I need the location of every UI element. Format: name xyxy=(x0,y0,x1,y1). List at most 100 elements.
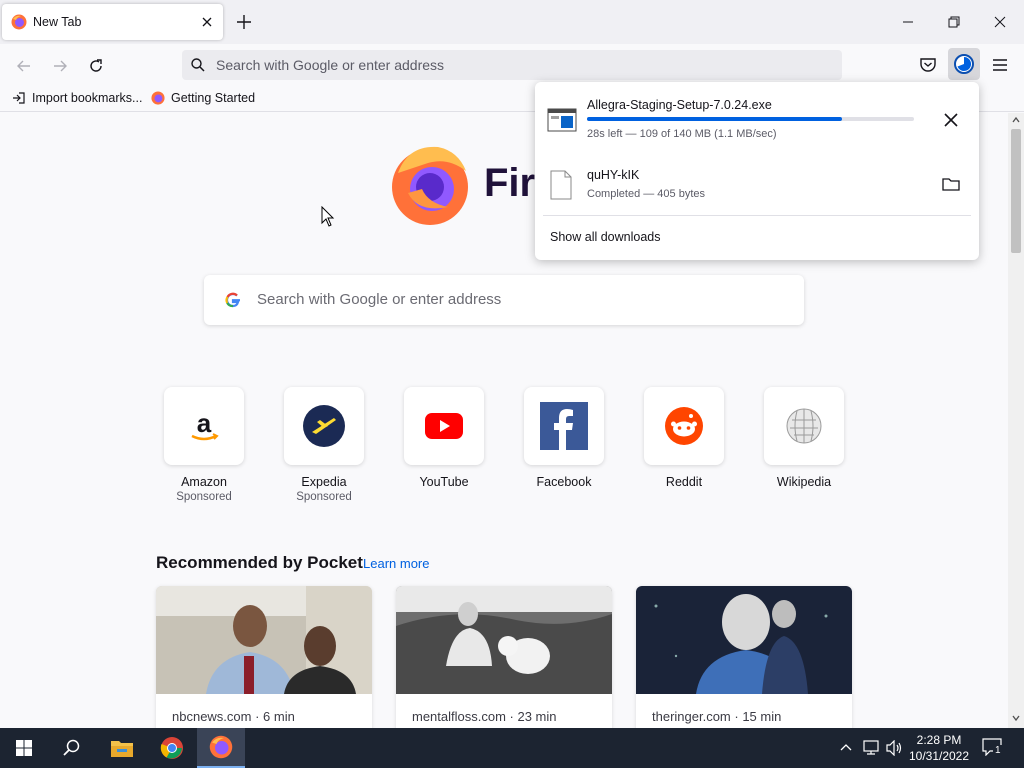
amazon-icon: a xyxy=(191,408,219,441)
close-window-button[interactable] xyxy=(990,12,1010,32)
story-image xyxy=(636,586,852,694)
scroll-down-icon[interactable] xyxy=(1012,714,1020,722)
google-icon xyxy=(225,292,240,308)
topsite-youtube[interactable]: YouTube xyxy=(404,387,484,489)
pocket-card[interactable]: theringer.com · 15 min xyxy=(636,586,852,728)
story-source: nbcnews.com · 6 min xyxy=(172,709,295,724)
forward-button[interactable] xyxy=(48,54,72,78)
restore-button[interactable] xyxy=(944,12,964,32)
topsite-label: Wikipedia xyxy=(776,475,832,489)
volume-icon[interactable] xyxy=(885,740,903,756)
hamburger-menu-icon[interactable] xyxy=(988,53,1012,77)
topsite-reddit[interactable]: Reddit xyxy=(644,387,724,489)
open-folder-icon[interactable] xyxy=(941,174,961,194)
search-icon xyxy=(63,739,80,756)
back-button[interactable] xyxy=(12,54,36,78)
svg-text:a: a xyxy=(197,408,212,438)
youtube-icon xyxy=(425,413,463,439)
bookmark-import[interactable]: Import bookmarks... xyxy=(12,91,142,105)
story-source: theringer.com · 15 min xyxy=(652,709,782,724)
generic-file-icon xyxy=(550,170,572,200)
topsite-facebook[interactable]: Facebook xyxy=(524,387,604,489)
close-tab-icon[interactable] xyxy=(199,14,215,30)
taskbar-file-explorer[interactable] xyxy=(98,728,146,768)
network-icon[interactable] xyxy=(862,740,880,756)
topsite-label: Reddit xyxy=(665,475,703,489)
import-icon xyxy=(13,92,25,104)
taskbar: 2:28 PM 10/31/2022 1 xyxy=(0,728,1024,768)
firefox-icon xyxy=(209,735,233,759)
topsite-wikipedia[interactable]: Wikipedia xyxy=(764,387,844,489)
topsite-amazon[interactable]: a Amazon Sponsored xyxy=(164,387,244,503)
navigation-toolbar: Search with Google or enter address xyxy=(0,44,1024,86)
separator xyxy=(543,215,971,216)
clock-time: 2:28 PM xyxy=(916,733,962,747)
firefox-wordmark: Fir xyxy=(484,161,536,205)
reload-button[interactable] xyxy=(84,54,108,78)
firefox-icon xyxy=(11,14,27,30)
pocket-icon[interactable] xyxy=(916,53,940,77)
download-item-completed[interactable]: quHY-kIK Completed — 405 bytes xyxy=(535,166,979,210)
show-hidden-icons-chevron-icon[interactable] xyxy=(840,742,852,754)
download-item-active[interactable]: Allegra-Staging-Setup-7.0.24.exe 28s lef… xyxy=(535,96,979,152)
facebook-icon xyxy=(540,402,588,450)
new-tab-button[interactable] xyxy=(234,12,254,32)
download-filename: quHY-kIK xyxy=(587,168,640,182)
taskbar-firefox[interactable] xyxy=(197,728,245,768)
mouse-cursor xyxy=(321,206,335,227)
tab-strip: New Tab xyxy=(0,0,1024,44)
download-status: 28s left — 109 of 140 MB (1.1 MB/sec) xyxy=(587,128,777,140)
download-progress-bar xyxy=(587,117,914,121)
clock-date: 10/31/2022 xyxy=(908,749,970,763)
forward-arrow-icon xyxy=(54,60,67,72)
firefox-logo xyxy=(392,146,468,225)
minimize-button[interactable] xyxy=(898,12,918,32)
expedia-icon xyxy=(303,405,345,447)
chrome-icon xyxy=(160,737,183,759)
tab-title: New Tab xyxy=(33,15,82,29)
notification-center-button[interactable]: 1 xyxy=(982,738,1006,758)
file-explorer-icon xyxy=(111,741,133,757)
topsite-label: Amazon xyxy=(181,475,227,489)
newtab-search-placeholder: Search with Google or enter address xyxy=(257,291,502,308)
story-image xyxy=(156,586,372,694)
address-bar[interactable]: Search with Google or enter address xyxy=(182,50,842,80)
pocket-learn-more-link[interactable]: Learn more xyxy=(363,556,429,571)
taskbar-search-button[interactable] xyxy=(48,728,96,768)
topsite-label: Expedia xyxy=(301,475,347,489)
story-image xyxy=(396,586,612,694)
windows-icon xyxy=(16,740,32,756)
reload-icon xyxy=(90,59,102,72)
pocket-card[interactable]: mentalfloss.com · 23 min xyxy=(396,586,612,728)
notification-count-badge: 1 xyxy=(993,745,1003,756)
download-progress-fill xyxy=(587,117,843,121)
download-status: Completed — 405 bytes xyxy=(587,188,706,200)
sponsored-label: Sponsored xyxy=(176,491,232,503)
show-all-downloads-button[interactable]: Show all downloads xyxy=(550,230,661,244)
topsite-label: Facebook xyxy=(536,475,592,489)
scrollbar-thumb[interactable] xyxy=(1011,129,1021,253)
taskbar-chrome[interactable] xyxy=(148,728,196,768)
cancel-download-icon[interactable] xyxy=(941,110,961,130)
tab-new-tab[interactable]: New Tab xyxy=(2,4,223,40)
wikipedia-icon xyxy=(786,408,822,444)
start-button[interactable] xyxy=(0,728,48,768)
vertical-scrollbar[interactable] xyxy=(1008,113,1024,728)
newtab-search-box[interactable]: Search with Google or enter address xyxy=(204,275,804,325)
reddit-icon xyxy=(665,407,703,445)
taskbar-clock[interactable]: 2:28 PM 10/31/2022 xyxy=(904,732,974,764)
address-bar-placeholder: Search with Google or enter address xyxy=(216,57,445,73)
search-icon xyxy=(191,58,205,72)
firefox-icon xyxy=(151,91,165,105)
downloads-panel: Allegra-Staging-Setup-7.0.24.exe 28s lef… xyxy=(535,82,979,260)
bookmark-label: Getting Started xyxy=(171,91,256,105)
topsite-expedia[interactable]: Expedia Sponsored xyxy=(284,387,364,503)
scroll-up-icon[interactable] xyxy=(1012,116,1020,124)
bookmark-getting-started[interactable]: Getting Started xyxy=(151,91,255,105)
story-source: mentalfloss.com · 23 min xyxy=(412,709,557,724)
topsite-label: YouTube xyxy=(419,475,469,489)
bookmark-label: Import bookmarks... xyxy=(32,91,143,105)
downloads-button[interactable] xyxy=(948,48,980,80)
pocket-card[interactable]: nbcnews.com · 6 min xyxy=(156,586,372,728)
exe-file-icon xyxy=(547,108,577,132)
